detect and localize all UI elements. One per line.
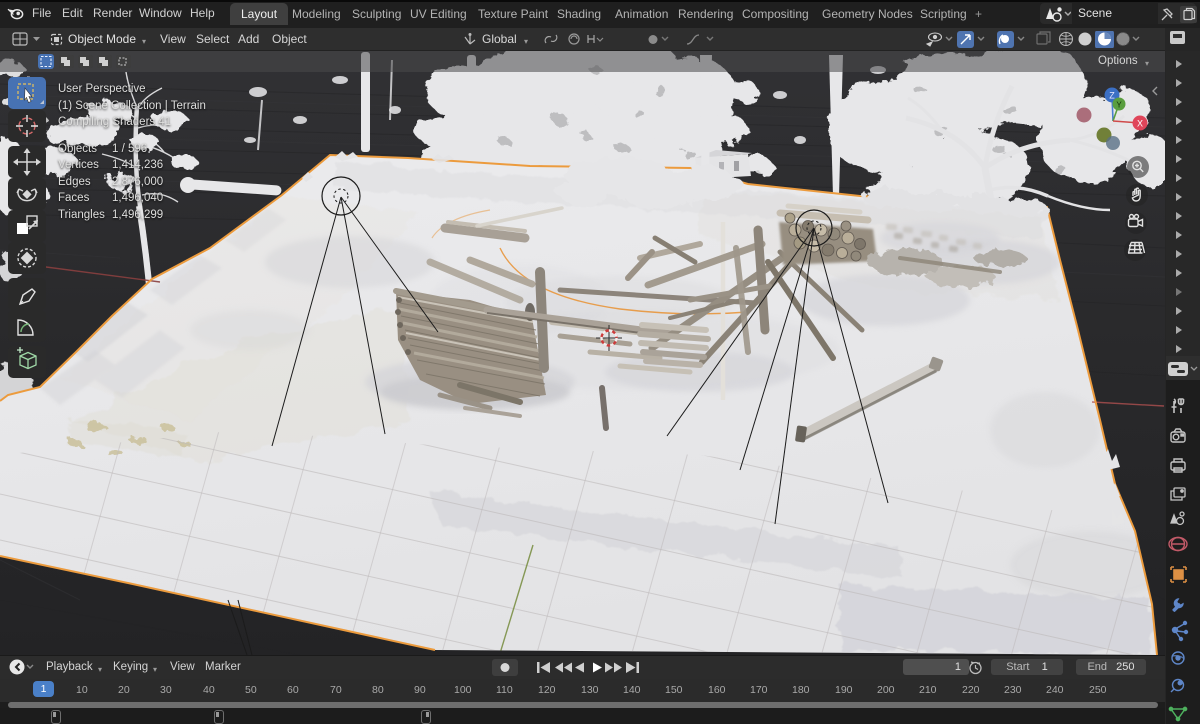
svg-text:Y: Y [1116,101,1122,110]
svg-text:X: X [1137,119,1143,129]
svg-text:Z: Z [1109,91,1115,101]
